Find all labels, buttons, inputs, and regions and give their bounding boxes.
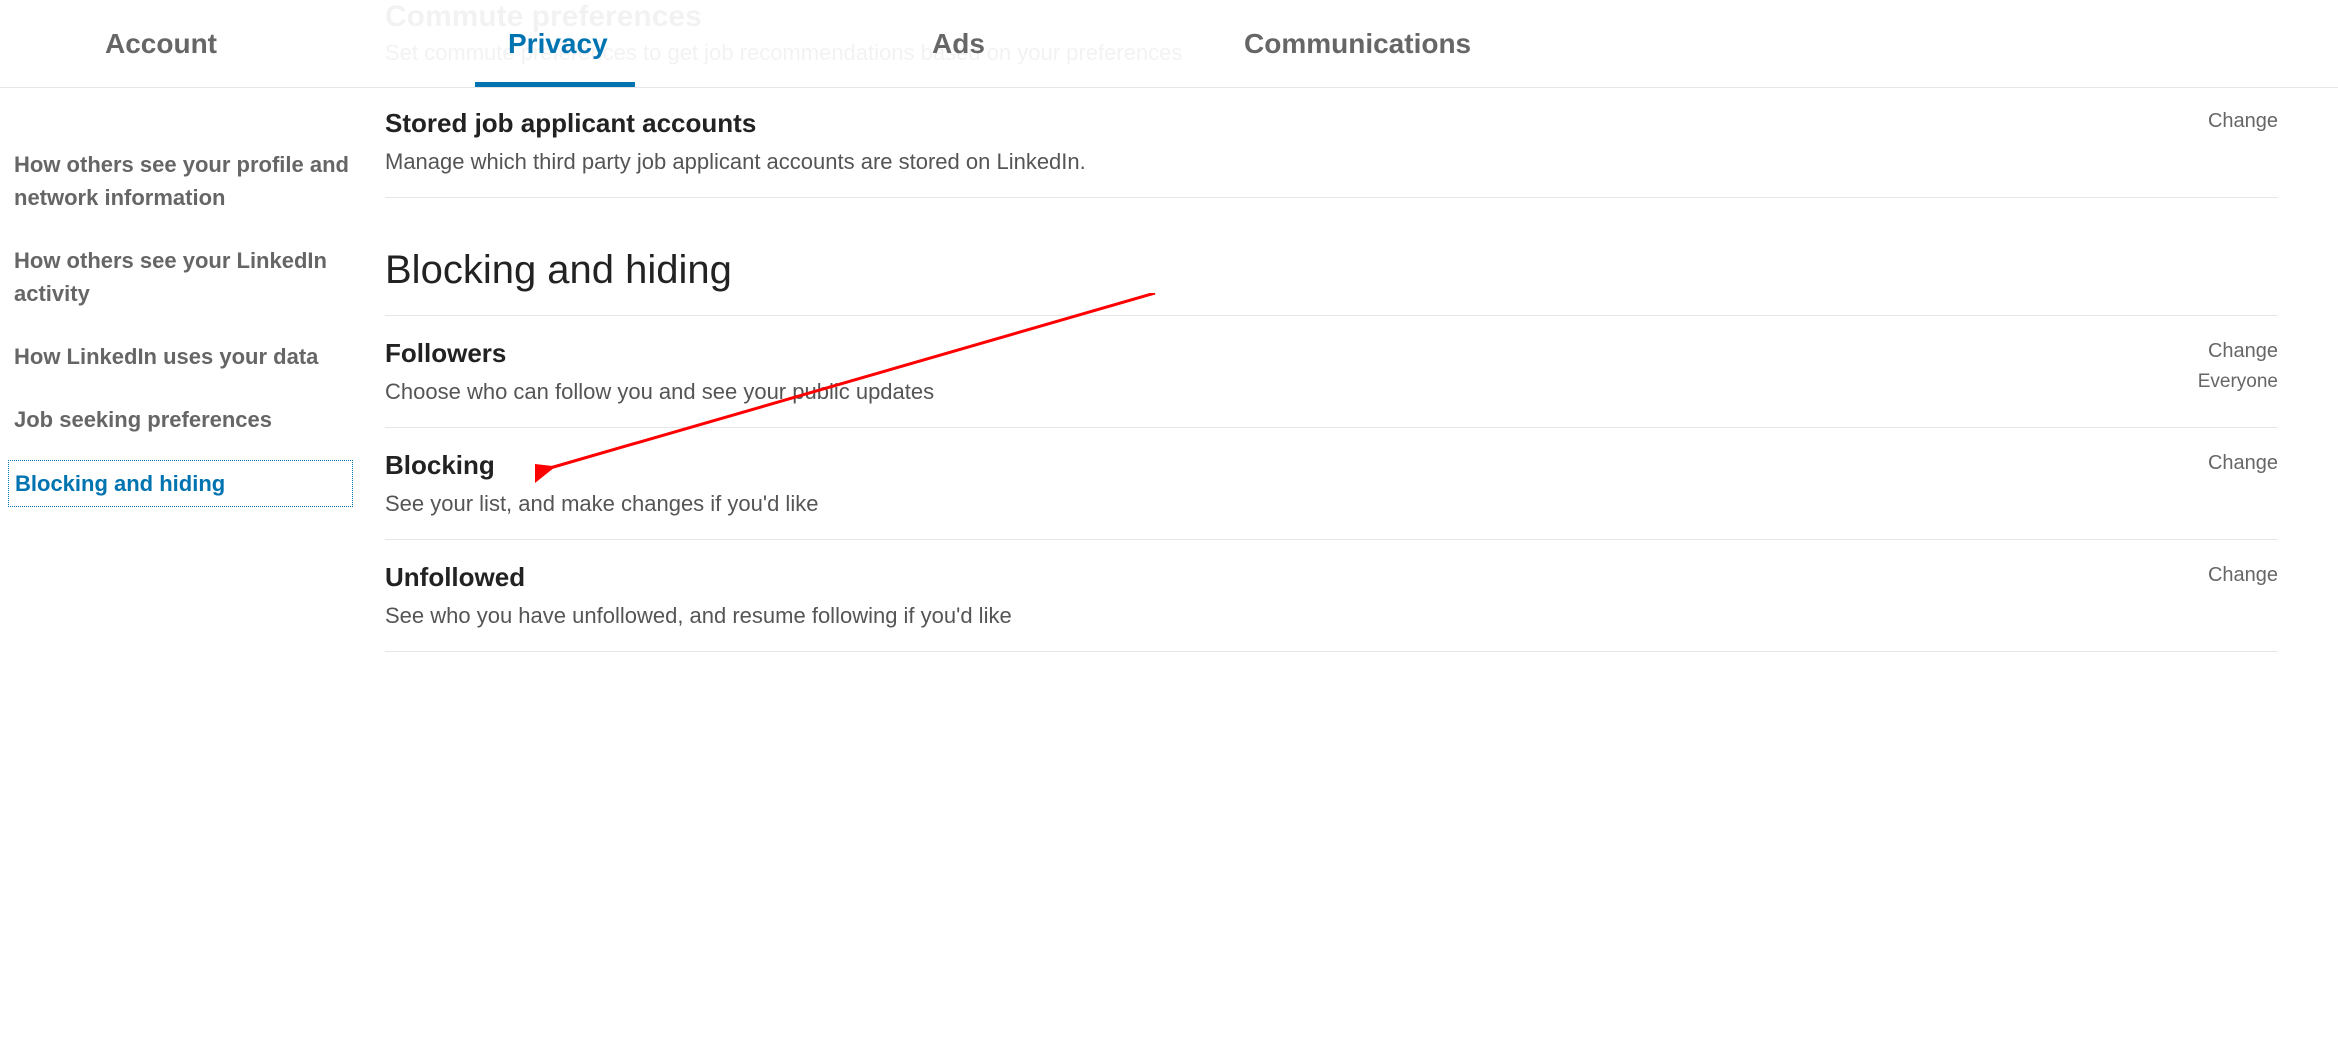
tab-underline [475,82,635,87]
setting-left: Stored job applicant accounts Manage whi… [385,108,2188,175]
content-area: How others see your profile and network … [0,88,2338,652]
tab-ads[interactable]: Ads [932,28,985,60]
change-link[interactable]: Change [2208,564,2278,587]
setting-left: Followers Choose who can follow you and … [385,338,2178,405]
sidebar-item-profile-visibility[interactable]: How others see your profile and network … [14,133,370,229]
top-nav: Commute preferences Set commute preferen… [0,0,2338,88]
setting-right: Change [2188,108,2278,133]
setting-stored-job-accounts[interactable]: Stored job applicant accounts Manage whi… [385,108,2278,198]
change-link[interactable]: Change [2198,340,2278,363]
setting-desc: Manage which third party job applicant a… [385,149,2188,175]
sidebar-item-blocking-hiding[interactable]: Blocking and hiding [8,460,353,507]
setting-title: Blocking [385,450,2188,481]
sidebar-item-activity-visibility[interactable]: How others see your LinkedIn activity [14,229,370,325]
tab-privacy[interactable]: Privacy [508,28,608,60]
setting-right: Change [2188,562,2278,587]
setting-title: Stored job applicant accounts [385,108,2188,139]
sidebar: How others see your profile and network … [0,108,370,652]
setting-unfollowed[interactable]: Unfollowed See who you have unfollowed, … [385,540,2278,652]
main-panel: Stored job applicant accounts Manage whi… [370,108,2338,652]
setting-desc: See who you have unfollowed, and resume … [385,603,2188,629]
setting-desc: See your list, and make changes if you'd… [385,491,2188,517]
setting-blocking[interactable]: Blocking See your list, and make changes… [385,428,2278,540]
setting-value: Everyone [2198,371,2278,393]
setting-left: Blocking See your list, and make changes… [385,450,2188,517]
change-link[interactable]: Change [2208,452,2278,475]
setting-right: Change Everyone [2178,338,2278,393]
section-header-blocking-hiding: Blocking and hiding [385,198,2278,316]
setting-desc: Choose who can follow you and see your p… [385,379,2178,405]
setting-left: Unfollowed See who you have unfollowed, … [385,562,2188,629]
tab-account[interactable]: Account [105,28,217,60]
setting-followers[interactable]: Followers Choose who can follow you and … [385,316,2278,428]
setting-title: Unfollowed [385,562,2188,593]
sidebar-item-data-usage[interactable]: How LinkedIn uses your data [14,325,370,388]
setting-title: Followers [385,338,2178,369]
tab-communications[interactable]: Communications [1244,28,1471,60]
setting-right: Change [2188,450,2278,475]
sidebar-item-job-seeking[interactable]: Job seeking preferences [14,388,370,451]
change-link[interactable]: Change [2208,110,2278,133]
